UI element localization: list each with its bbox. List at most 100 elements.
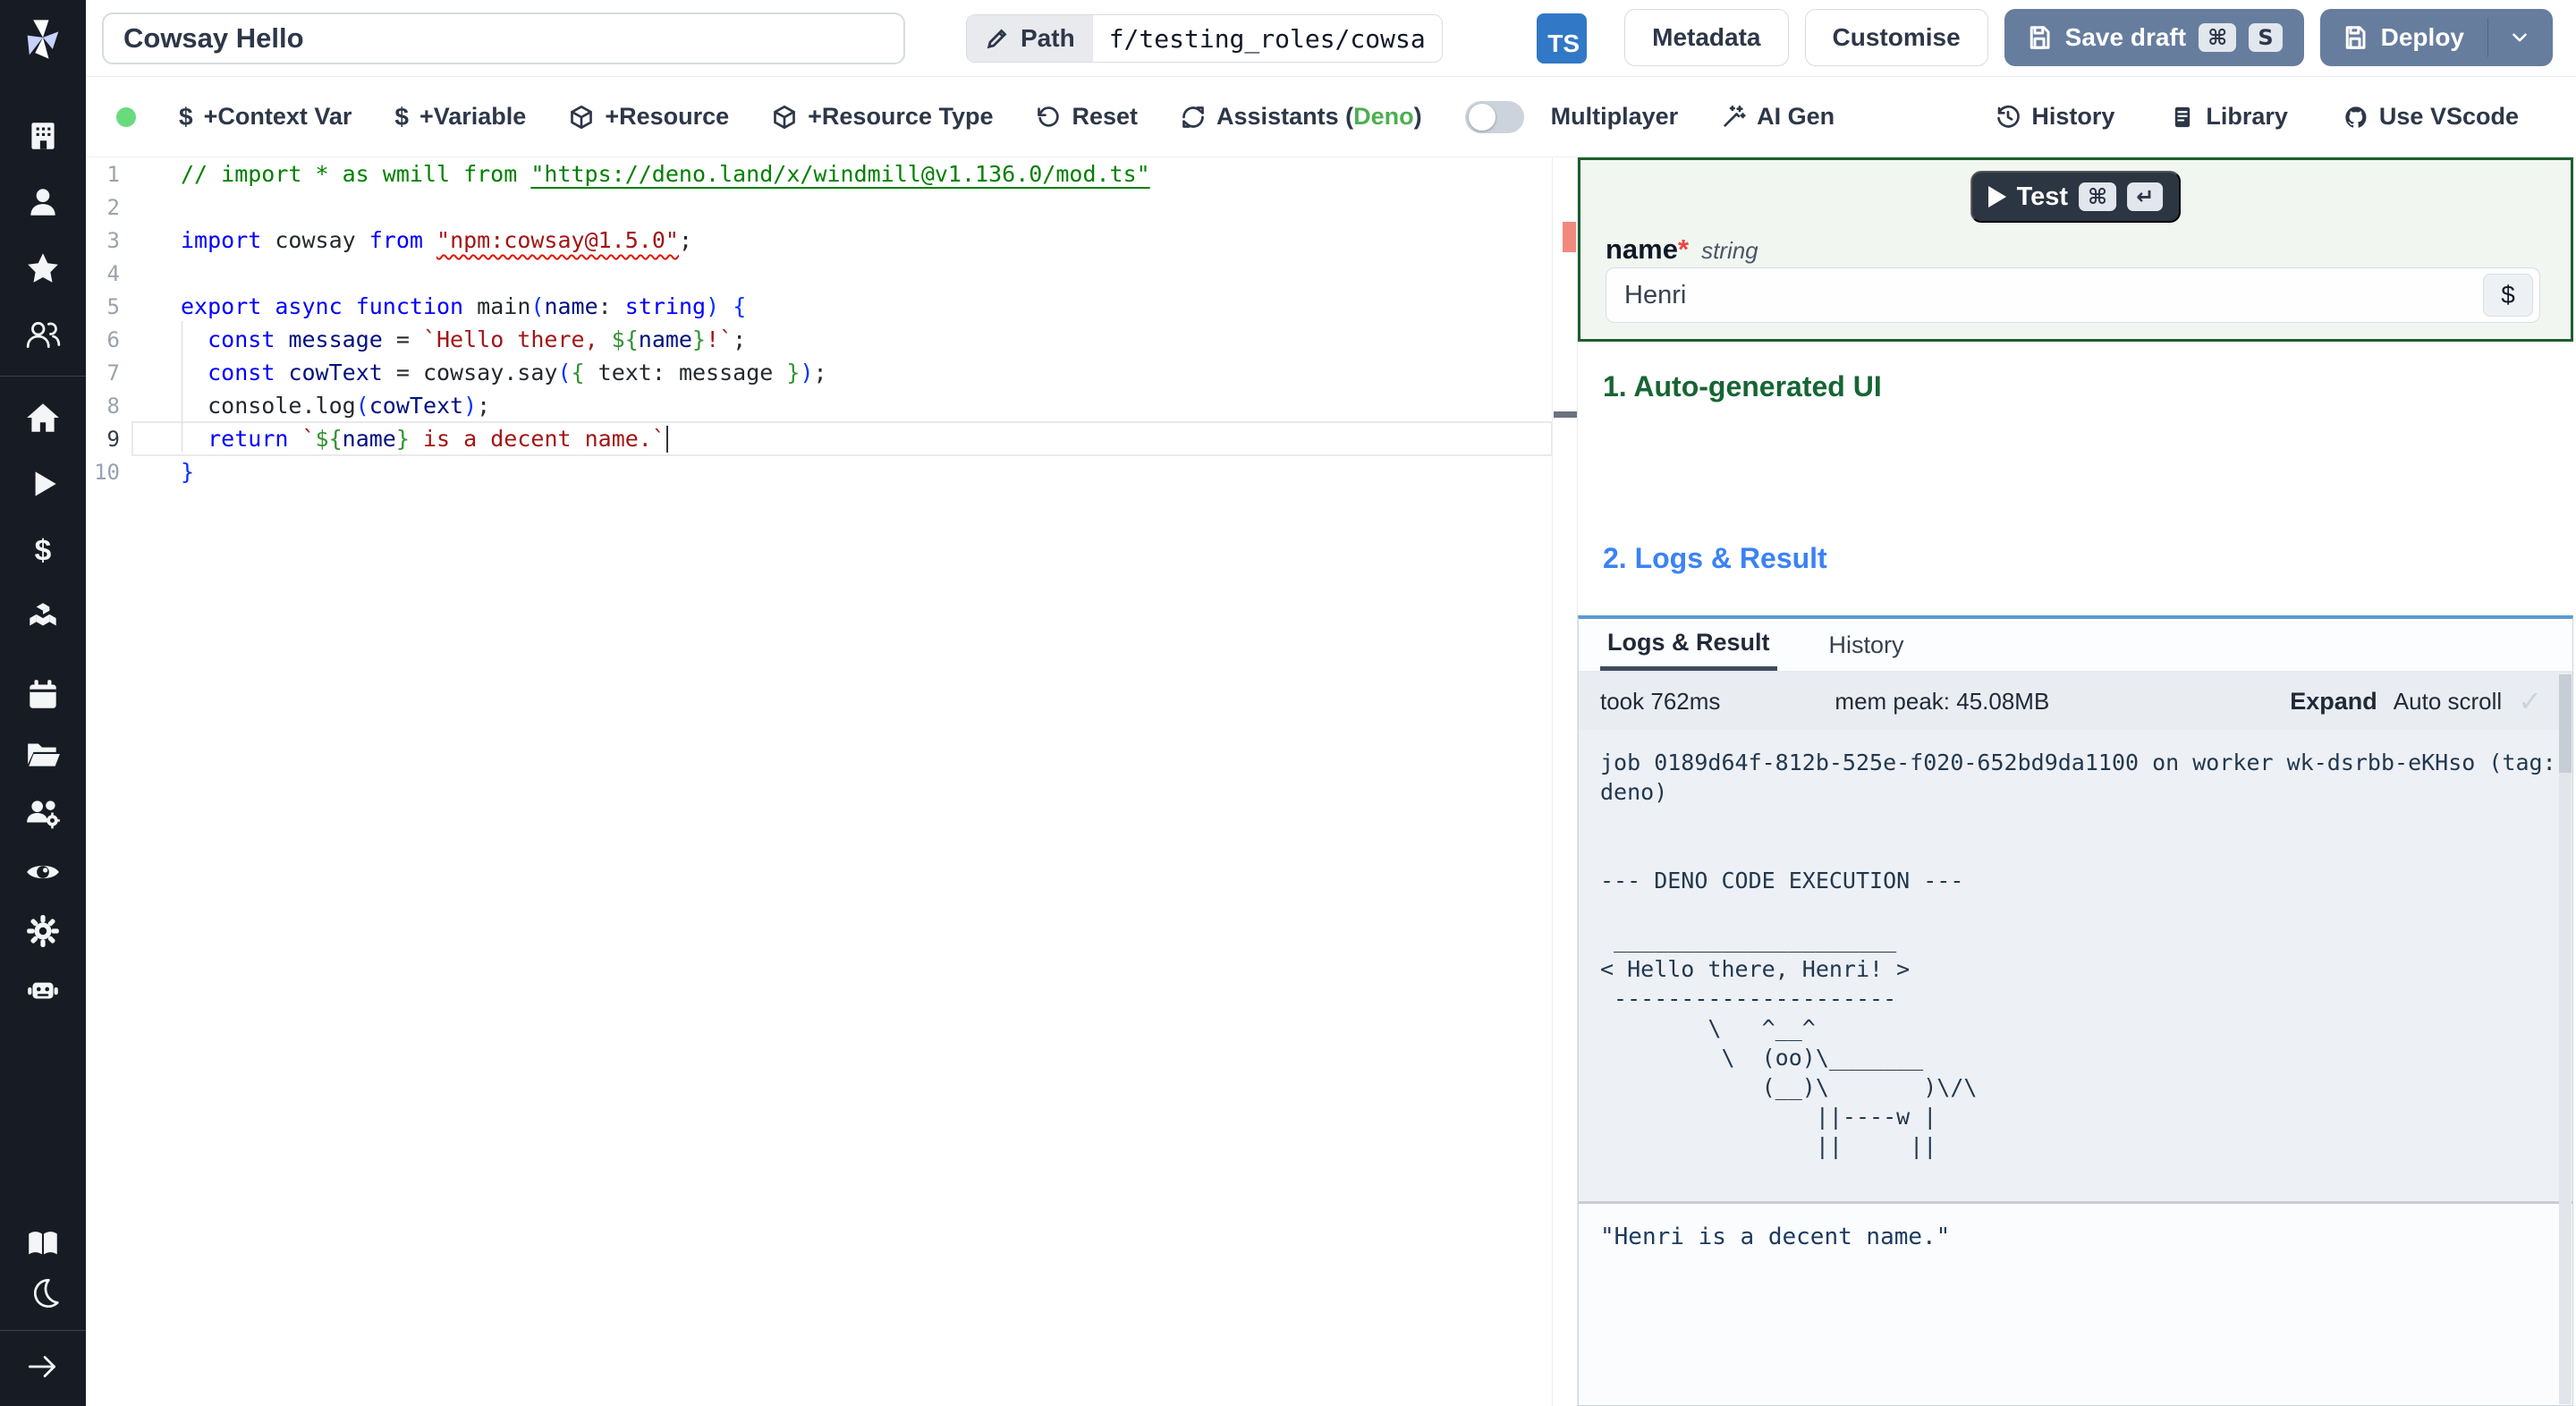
code-text[interactable]: return ` ${name} is a decent name.` — [131, 421, 1553, 456]
groups-icon[interactable] — [14, 313, 72, 356]
save-draft-label: Save draft — [2064, 23, 2187, 51]
expand-button[interactable]: Expand — [2290, 688, 2377, 716]
typescript-badge[interactable]: TS — [1537, 13, 1587, 64]
cursor-line-marker — [1554, 411, 1577, 418]
logs-result-panel: Logs & Result History took 762ms mem pea… — [1578, 615, 2573, 1406]
use-vscode-button[interactable]: Use VScode — [2343, 103, 2519, 131]
test-label: Test — [2016, 182, 2069, 211]
code-text[interactable] — [132, 191, 1552, 224]
resources-cubes-icon[interactable] — [14, 595, 72, 638]
code-line[interactable]: 9 return ` ${name} is a decent name.` — [86, 421, 1553, 456]
code-text[interactable]: const message = `Hello there, ${name} !`; — [132, 323, 1552, 356]
auto-scroll-label[interactable]: Auto scroll — [2394, 688, 2502, 716]
insert-variable-button[interactable]: $ — [2483, 274, 2533, 317]
history-button[interactable]: History — [1996, 103, 2114, 131]
add-variable-button[interactable]: $ +Variable — [394, 103, 526, 131]
add-resource-type-button[interactable]: +Resource Type — [772, 103, 993, 131]
runs-play-icon[interactable] — [14, 462, 72, 505]
audit-eye-icon[interactable] — [14, 851, 72, 894]
ai-gen-button[interactable]: AI Gen — [1721, 103, 1835, 131]
expand-sidebar-arrow-icon[interactable] — [14, 1345, 72, 1388]
path-edit-button[interactable]: Path — [967, 15, 1093, 62]
code-editor[interactable]: 1 // import * as wmill from "https://deno… — [86, 157, 1577, 1406]
add-resource-button[interactable]: +Resource — [569, 103, 729, 131]
code-text[interactable]: export async function main(name: string)… — [132, 290, 1552, 323]
schedules-calendar-icon[interactable] — [14, 673, 72, 716]
code-line[interactable]: 2 — [86, 191, 1552, 224]
code-line[interactable]: 4 — [86, 257, 1552, 290]
workspace-icon[interactable] — [14, 114, 72, 157]
folders-icon[interactable] — [14, 733, 72, 775]
code-token: const — [208, 360, 275, 385]
history-label: History — [2031, 103, 2115, 130]
required-asterisk: * — [1677, 233, 1690, 265]
library-button[interactable]: Library — [2170, 103, 2288, 131]
code-token: cowsay — [261, 227, 369, 253]
name-input[interactable] — [1606, 267, 2540, 323]
reset-button[interactable]: Reset — [1036, 103, 1138, 131]
code-token: = cowsay.say — [382, 360, 558, 385]
docs-book-icon[interactable] — [14, 1223, 72, 1266]
code-text[interactable]: } — [132, 455, 1552, 488]
dollar-icon: $ — [179, 102, 193, 131]
test-button[interactable]: Test ⌘ ↵ — [1970, 171, 2182, 223]
sidebar-divider — [0, 376, 86, 377]
script-title-input[interactable] — [102, 13, 905, 64]
deploy-button[interactable]: Deploy — [2319, 9, 2553, 66]
code-lines[interactable]: 1 // import * as wmill from "https://deno… — [86, 157, 1553, 488]
dark-mode-moon-icon[interactable] — [14, 1273, 72, 1316]
logs-scrollbar[interactable] — [2559, 674, 2572, 1404]
code-token: // import * as wmill from — [181, 161, 531, 187]
save-draft-button[interactable]: Save draft ⌘ S — [2004, 9, 2304, 66]
multiplayer-label[interactable]: Multiplayer — [1551, 103, 1679, 131]
assistants-label: Assistants (Deno) — [1216, 103, 1422, 130]
assistants-button[interactable]: Assistants (Deno) — [1181, 103, 1422, 131]
variables-dollar-icon[interactable]: $ — [14, 529, 72, 572]
svg-text:$: $ — [35, 535, 52, 568]
line-number: 9 — [106, 426, 120, 452]
auto-generated-ui-heading: 1. Auto-generated UI — [1603, 370, 1882, 402]
settings-gear-icon[interactable] — [14, 910, 72, 953]
code-text[interactable]: import cowsay from "npm:cowsay@1.5.0"; — [132, 224, 1552, 257]
result-output: "Henri is a decent name." — [1579, 1204, 2572, 1405]
chevron-down-icon[interactable] — [2508, 26, 2531, 49]
code-line[interactable]: 3 import cowsay from "npm:cowsay@1.5.0"; — [86, 224, 1552, 257]
tab-history[interactable]: History — [1822, 619, 1911, 671]
code-line[interactable]: 8 console.log(cowText); — [86, 389, 1552, 422]
code-line[interactable]: 7 const cowText = cowsay.say({ text: mes… — [86, 356, 1552, 389]
workers-robot-icon[interactable] — [14, 969, 72, 1012]
metadata-button[interactable]: Metadata — [1624, 9, 1789, 66]
app-root: $ Cowsay Hello Path f/testing_roles/cows… — [0, 0, 2576, 1406]
line-number: 8 — [106, 393, 120, 419]
tab-logs-result[interactable]: Logs & Result — [1600, 619, 1777, 671]
code-line[interactable]: 5 export async function main(name: string… — [86, 290, 1552, 323]
code-token: "npm:cowsay@1.5.0" — [436, 227, 679, 253]
code-token: ` — [301, 426, 316, 452]
add-context-var-button[interactable]: $ +Context Var — [179, 103, 352, 131]
auto-scroll-checkmark-icon[interactable]: ✓ — [2518, 684, 2542, 718]
scrollbar-thumb[interactable] — [2559, 674, 2572, 773]
favorites-star-icon[interactable] — [14, 247, 72, 290]
logs-result-heading: 2. Logs & Result — [1603, 542, 1827, 574]
code-line[interactable]: 6 const message = `Hello there, ${name}!… — [86, 323, 1552, 356]
line-number: 5 — [106, 293, 120, 319]
path-value[interactable]: f/testing_roles/cowsa — [1092, 15, 1442, 62]
overview-ruler[interactable] — [1552, 157, 1577, 1406]
code-text[interactable]: const cowText = cowsay.say({ text: messa… — [132, 356, 1552, 389]
kbd-cmd: ⌘ — [2199, 23, 2237, 52]
groups-admin-icon[interactable] — [14, 792, 72, 834]
home-icon[interactable] — [14, 396, 72, 439]
topbar-actions: Metadata Customise Save draft ⌘ S Deploy — [1624, 9, 2553, 66]
code-token: ; — [678, 227, 693, 253]
code-text[interactable] — [132, 257, 1552, 290]
windmill-logo[interactable] — [0, 0, 86, 79]
code-line[interactable]: 1 // import * as wmill from "https://deno… — [86, 157, 1552, 191]
code-text[interactable]: // import * as wmill from "https://deno.… — [132, 157, 1552, 191]
code-line[interactable]: 10} — [86, 455, 1552, 488]
multiplayer-toggle[interactable] — [1464, 100, 1524, 133]
code-text[interactable]: console.log(cowText); — [132, 389, 1552, 422]
customise-button[interactable]: Customise — [1804, 9, 1988, 66]
user-icon[interactable] — [14, 181, 72, 224]
editor-toolbar: $ +Context Var $ +Variable +Resource +Re… — [86, 77, 2576, 157]
use-vscode-label: Use VScode — [2378, 103, 2519, 130]
